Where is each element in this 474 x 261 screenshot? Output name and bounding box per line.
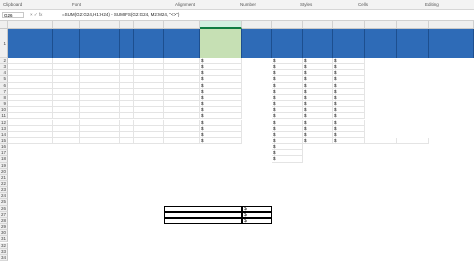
header-model[interactable]	[164, 29, 200, 58]
column-header-e[interactable]	[134, 21, 164, 29]
column-header-g[interactable]	[200, 21, 242, 29]
currency-symbol: $	[273, 156, 276, 162]
formula-bar: G26 × ✓ fx =SUM(G2:G24,H1:H24) - SUMIFS(…	[0, 10, 474, 21]
header-sold-date[interactable]	[365, 29, 397, 58]
header-stock[interactable]	[53, 29, 80, 58]
name-box[interactable]: G26	[2, 12, 24, 18]
column-header-f[interactable]	[164, 21, 200, 29]
column-header-n[interactable]	[429, 21, 474, 29]
cell-stock[interactable]	[53, 137, 80, 145]
header-year[interactable]	[120, 29, 134, 58]
cell-unit-cost[interactable]: $	[200, 137, 242, 145]
ribbon-group-clipboard: Clipboard	[3, 2, 23, 7]
column-header-j[interactable]	[303, 21, 333, 29]
ribbon-group-labels: Clipboard Font Alignment Number Styles Cells E…	[0, 0, 474, 10]
summary-available-spending-value[interactable]: $	[242, 217, 272, 225]
currency-symbol: $	[244, 211, 247, 218]
header-unit-cost[interactable]	[200, 29, 242, 58]
column-header-l[interactable]	[365, 21, 397, 29]
cell-make[interactable]	[134, 137, 164, 145]
column-header-b[interactable]	[53, 21, 80, 29]
column-header-a[interactable]	[8, 21, 53, 29]
column-header-m[interactable]	[397, 21, 429, 29]
cell-vin[interactable]	[80, 137, 120, 145]
header-interest-paid[interactable]	[303, 29, 333, 58]
column-header-i[interactable]	[272, 21, 303, 29]
formula-input[interactable]: =SUM(G2:G24,H1:H24) - SUMIFS(G2:G24, M2:…	[62, 12, 179, 17]
cell-total-cost[interactable]: $	[333, 137, 365, 145]
ribbon-group-font: Font	[72, 2, 82, 7]
cell-interest-paid[interactable]: $	[303, 137, 333, 145]
currency-symbol: $	[334, 137, 337, 143]
header-total-cost[interactable]	[333, 29, 365, 58]
header-daily-interest[interactable]	[272, 29, 303, 58]
currency-symbol: $	[201, 137, 204, 143]
ribbon-group-editing: Editing	[425, 2, 439, 7]
header-paid-off[interactable]	[397, 29, 429, 58]
header-make[interactable]	[134, 29, 164, 58]
ribbon-group-cells: Cells	[358, 2, 369, 7]
column-header-c[interactable]	[80, 21, 120, 29]
currency-symbol: $	[244, 205, 247, 212]
column-header-h[interactable]	[242, 21, 272, 29]
currency-symbol: $	[244, 217, 247, 224]
side-total-symbol[interactable]	[85, 206, 95, 212]
cell-daily-interest[interactable]: $	[272, 156, 303, 163]
select-all-corner[interactable]	[0, 21, 8, 29]
cell-paid-off[interactable]	[397, 137, 429, 145]
header-vin[interactable]	[80, 29, 120, 58]
cell-year[interactable]	[120, 137, 134, 145]
ribbon-group-styles: Styles	[300, 2, 313, 7]
row-header-1[interactable]: 1	[0, 29, 8, 58]
side-total-value[interactable]	[95, 206, 139, 212]
row-header-34[interactable]: 34	[0, 254, 8, 261]
summary-available-spending-label[interactable]	[164, 217, 242, 225]
currency-symbol: $	[304, 137, 307, 143]
header-repairs-invoices[interactable]	[242, 29, 272, 58]
column-header-k[interactable]	[333, 21, 365, 29]
cell-model[interactable]	[164, 137, 200, 145]
formula-icons[interactable]: × ✓ fx	[30, 12, 42, 18]
cell-purchase-date[interactable]	[8, 137, 53, 145]
cell-sold-date[interactable]	[365, 137, 397, 145]
ribbon-group-alignment: Alignment	[175, 2, 196, 7]
header-purchase-date[interactable]	[8, 29, 53, 58]
column-header-d[interactable]	[120, 21, 134, 29]
header-cost[interactable]	[429, 29, 474, 58]
ribbon-group-number: Number	[240, 2, 257, 7]
